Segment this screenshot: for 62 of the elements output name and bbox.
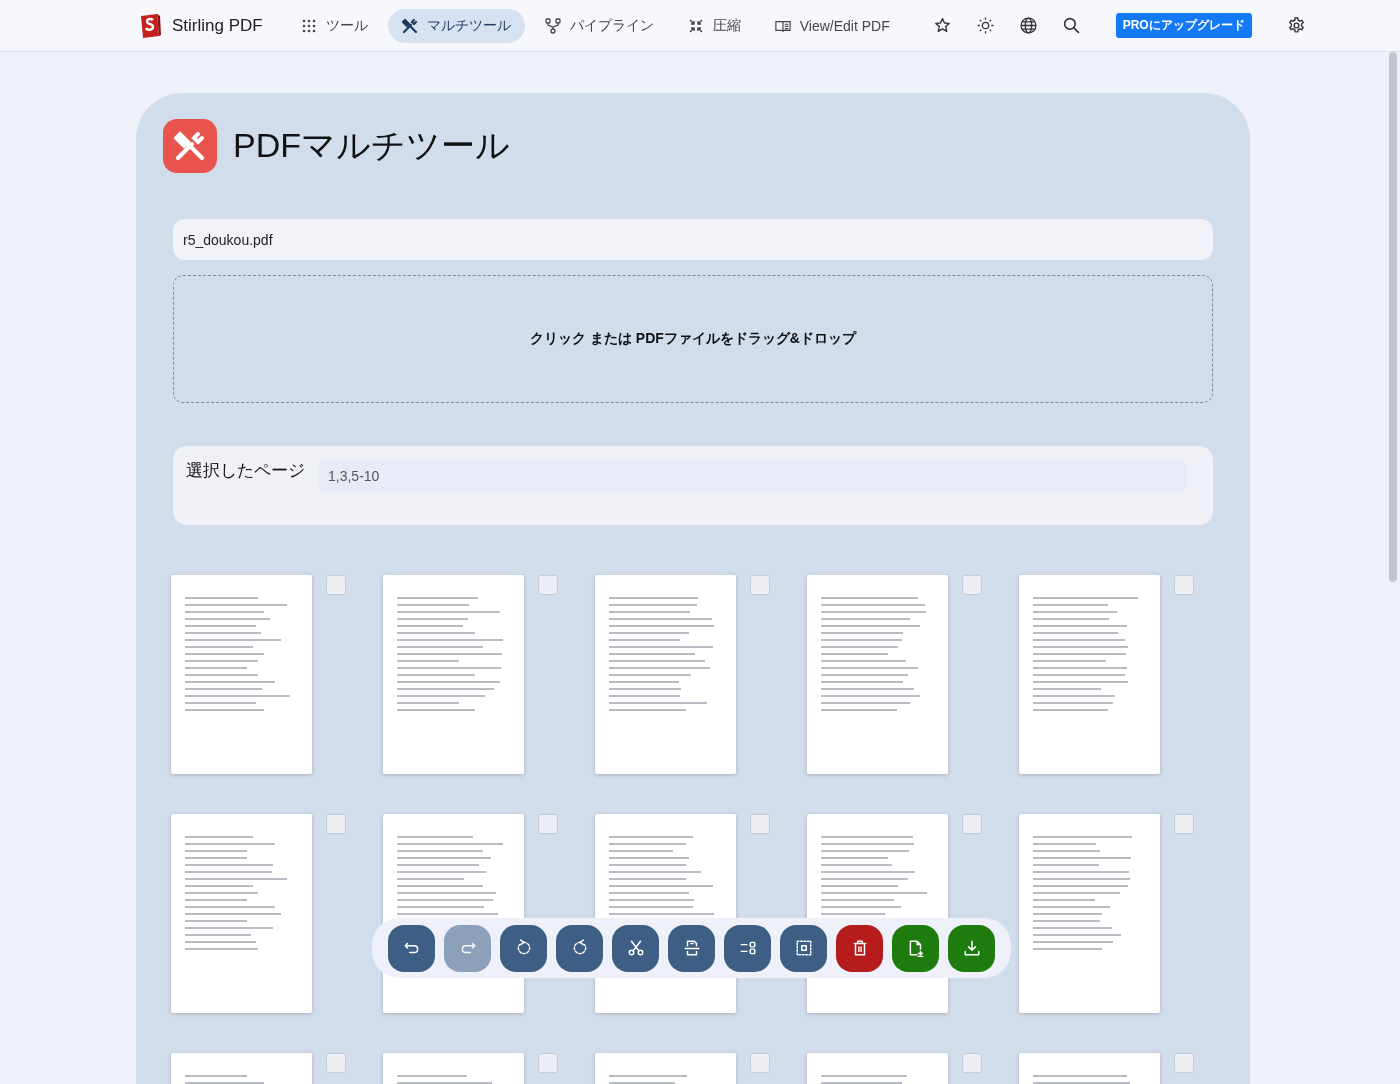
dots-grid-icon	[300, 17, 317, 34]
page-checkbox[interactable]	[538, 1053, 558, 1073]
toolbar-button[interactable]	[556, 924, 603, 972]
sun-icon	[976, 17, 994, 34]
page-checkbox[interactable]	[962, 814, 982, 834]
page-checkbox[interactable]	[1174, 575, 1194, 595]
drop-zone-text: クリック または PDFファイルをドラッグ&ドロップ	[530, 330, 856, 348]
page-selection-field[interactable]: 1,3,5-10	[318, 460, 1187, 492]
settings-icon	[1287, 17, 1305, 34]
nav-tab[interactable]: View/Edit PDF	[760, 9, 904, 42]
page-thumbnail[interactable]	[171, 814, 312, 1013]
drop-zone[interactable]: クリック または PDFファイルをドラッグ&ドロップ	[173, 275, 1213, 403]
select-icon	[738, 939, 757, 957]
toolbar-button[interactable]	[948, 924, 995, 972]
toolbar-button[interactable]	[836, 924, 883, 972]
page-checkbox[interactable]	[962, 1053, 982, 1073]
page-checkbox[interactable]	[750, 575, 770, 595]
toolbar-button[interactable]	[892, 924, 939, 972]
page-thumbnail[interactable]	[807, 575, 948, 774]
toolbar-button[interactable]	[500, 924, 547, 972]
page-checkbox[interactable]	[326, 814, 346, 834]
compress-icon	[687, 17, 704, 34]
logo-icon	[138, 12, 162, 39]
toolbar-button[interactable]	[724, 924, 771, 972]
page-split-icon	[682, 939, 701, 957]
search-icon	[1062, 17, 1080, 34]
page-checkbox[interactable]	[750, 1053, 770, 1073]
file-name-field[interactable]: r5_doukou.pdf	[173, 219, 1213, 260]
brand-name: Stirling PDF	[172, 15, 263, 36]
page-title: PDFマルチツール	[233, 125, 510, 166]
page-checkbox[interactable]	[538, 814, 558, 834]
toolbar-button[interactable]	[612, 924, 659, 972]
pipeline-icon	[544, 17, 561, 34]
toolbar-button[interactable]	[780, 924, 827, 972]
scrollbar[interactable]	[1389, 52, 1397, 582]
page-checkbox[interactable]	[326, 575, 346, 595]
page-checkbox[interactable]	[326, 1053, 346, 1073]
page-thumbnail[interactable]	[1019, 814, 1160, 1013]
star-icon	[933, 17, 951, 34]
page-checkbox[interactable]	[962, 575, 982, 595]
scissors-icon	[626, 939, 645, 957]
select-all-icon	[794, 939, 813, 957]
nav-tab[interactable]: パイプライン	[530, 8, 668, 43]
globe-icon	[1019, 17, 1037, 34]
tools-icon	[401, 17, 418, 34]
upgrade-button[interactable]: PROにアップグレード	[1115, 13, 1252, 38]
page-thumbnail[interactable]	[595, 575, 736, 774]
toolbar-button[interactable]	[388, 924, 435, 972]
page-thumbnail[interactable]	[171, 575, 312, 774]
toolbar-button[interactable]	[668, 924, 715, 972]
download-icon	[962, 939, 981, 957]
nav-tab[interactable]: マルチツール	[387, 8, 525, 43]
page-thumbnail[interactable]	[1019, 575, 1160, 774]
page-checkbox[interactable]	[538, 575, 558, 595]
tools-icon	[163, 119, 217, 173]
page-checkbox[interactable]	[1174, 814, 1194, 834]
page-checkbox[interactable]	[750, 814, 770, 834]
nav-tab[interactable]: 圧縮	[673, 8, 755, 43]
page-thumbnail[interactable]	[383, 575, 524, 774]
page-selection-label: 選択したページ	[186, 460, 305, 482]
nav-tab[interactable]: ツール	[286, 8, 382, 43]
page-checkbox[interactable]	[1174, 1053, 1194, 1073]
